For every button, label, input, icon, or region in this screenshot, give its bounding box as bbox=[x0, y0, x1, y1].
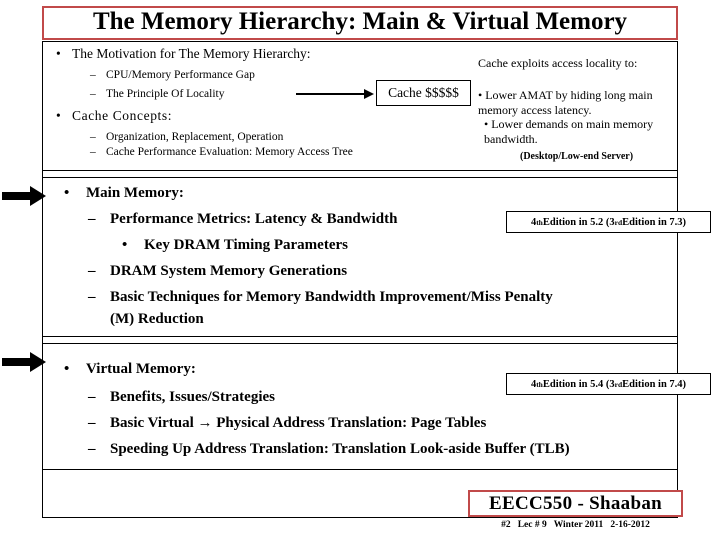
note-lower-amat: • Lower AMAT by hiding long main memory … bbox=[478, 88, 653, 117]
dash-glyph: – bbox=[88, 415, 96, 431]
subitem-organization-label: Organization, Replacement, Operation bbox=[106, 131, 284, 143]
subitem-basic-techniques: – Basic Techniques for Memory Bandwidth … bbox=[88, 289, 553, 306]
page-title: The Memory Hierarchy: Main & Virtual Mem… bbox=[92, 8, 628, 35]
subitem-basic-techniques-line2: (M) Reduction bbox=[110, 311, 204, 328]
dash-glyph: – bbox=[88, 389, 96, 405]
edition-sup-th: th bbox=[536, 217, 543, 227]
edition-mid: Edition in 5.4 (3 bbox=[542, 378, 615, 390]
subitem-dram-generations-label: DRAM System Memory Generations bbox=[110, 263, 348, 279]
bullet-glyph: • bbox=[56, 46, 61, 61]
date-label: 2-16-2012 bbox=[610, 520, 650, 530]
subitem-cache-evaluation-label: Cache Performance Evaluation: Memory Acc… bbox=[106, 146, 353, 158]
subitem-locality-label: The Principle Of Locality bbox=[106, 88, 225, 100]
slide-footer-info: #2 Lec # 9 Winter 2011 2-16-2012 bbox=[468, 520, 683, 530]
edition-reference-main-memory: 4th Edition in 5.2 (3 rd Edition in 7.3) bbox=[506, 211, 711, 233]
dash-glyph: – bbox=[88, 211, 96, 227]
edition-sup-th: th bbox=[536, 379, 543, 389]
subitem-basic-techniques-label: Basic Techniques for Memory Bandwidth Im… bbox=[110, 289, 553, 305]
lecture-number: Lec # 9 bbox=[517, 520, 547, 530]
subitem-address-translation-label: Basic Virtual → Physical Address Transla… bbox=[110, 415, 487, 431]
edition-end: Edition in 7.4) bbox=[622, 378, 687, 390]
subitem-locality: – The Principle Of Locality bbox=[90, 88, 224, 100]
slide-number: #2 bbox=[501, 520, 511, 530]
subitem-benefits-label: Benefits, Issues/Strategies bbox=[110, 389, 275, 405]
bullet-main-memory-label: Main Memory: bbox=[86, 185, 184, 201]
bullet-virtual-memory: • Virtual Memory: bbox=[64, 361, 196, 378]
bullet-motivation-label: The Motivation for The Memory Hierarchy: bbox=[72, 46, 311, 61]
cache-callout-box: Cache $$$$$ bbox=[376, 80, 471, 106]
course-footer-box: EECC550 - Shaaban bbox=[468, 490, 683, 517]
course-footer-label: EECC550 - Shaaban bbox=[489, 492, 662, 514]
cache-callout-label: Cache $$$$$ bbox=[388, 85, 459, 100]
subbullet-glyph: • bbox=[122, 237, 128, 253]
subitem-cpu-memory-gap-label: CPU/Memory Performance Gap bbox=[106, 69, 255, 81]
dash-glyph: – bbox=[88, 441, 96, 457]
subitem-dram-generations: – DRAM System Memory Generations bbox=[88, 263, 347, 280]
bullet-motivation: • The Motivation for The Memory Hierarch… bbox=[56, 46, 311, 62]
bullet-virtual-memory-label: Virtual Memory: bbox=[86, 361, 196, 377]
subitem-dram-timing-label: Key DRAM Timing Parameters bbox=[144, 237, 348, 253]
subitem-basic-techniques-line2-label: (M) Reduction bbox=[110, 311, 204, 327]
subitem-tlb: – Speeding Up Address Translation: Trans… bbox=[88, 441, 570, 458]
note-cache-locality: Cache exploits access locality to: bbox=[478, 56, 638, 70]
arrow-icon-main-memory bbox=[2, 186, 46, 206]
slide: The Memory Hierarchy: Main & Virtual Mem… bbox=[0, 0, 720, 540]
edition-reference-virtual-memory: 4th Edition in 5.4 (3 rd Edition in 7.4) bbox=[506, 373, 711, 395]
edition-end: Edition in 7.3) bbox=[622, 216, 687, 228]
note-desktop-server: (Desktop/Low-end Server) bbox=[520, 151, 634, 162]
bullet-main-memory: • Main Memory: bbox=[64, 185, 184, 202]
edition-mid: Edition in 5.2 (3 bbox=[542, 216, 615, 228]
bullet-glyph: • bbox=[64, 185, 70, 201]
bullet-glyph: • bbox=[64, 361, 70, 377]
dash-glyph: – bbox=[90, 88, 96, 100]
subitem-performance-metrics: – Performance Metrics: Latency & Bandwid… bbox=[88, 211, 397, 228]
subitem-cache-evaluation: – Cache Performance Evaluation: Memory A… bbox=[90, 146, 353, 158]
dash-glyph: – bbox=[90, 146, 96, 158]
bullet-glyph: • bbox=[56, 108, 62, 123]
subitem-cpu-memory-gap: – CPU/Memory Performance Gap bbox=[90, 69, 255, 81]
edition-sup-rd: rd bbox=[614, 217, 623, 227]
arrow-icon-to-cache-box bbox=[296, 89, 376, 99]
subitem-address-translation: – Basic Virtual → Physical Address Trans… bbox=[88, 415, 486, 432]
edition-sup-rd: rd bbox=[614, 379, 623, 389]
subitem-dram-timing: • Key DRAM Timing Parameters bbox=[122, 237, 348, 254]
term-label: Winter 2011 bbox=[553, 520, 604, 530]
dash-glyph: – bbox=[90, 69, 96, 81]
bullet-cache-concepts: • Cache Concepts: bbox=[56, 108, 172, 124]
subitem-tlb-label: Speeding Up Address Translation: Transla… bbox=[110, 441, 570, 457]
subitem-performance-metrics-label: Performance Metrics: Latency & Bandwidth bbox=[110, 211, 398, 227]
bullet-cache-concepts-label: Cache Concepts: bbox=[72, 108, 173, 123]
subitem-organization: – Organization, Replacement, Operation bbox=[90, 131, 283, 143]
note-lower-bandwidth: • Lower demands on main memory bandwidth… bbox=[484, 117, 654, 146]
subitem-benefits: – Benefits, Issues/Strategies bbox=[88, 389, 275, 406]
dash-glyph: – bbox=[88, 263, 96, 279]
dash-glyph: – bbox=[88, 289, 96, 305]
arrow-icon-virtual-memory bbox=[2, 352, 46, 372]
dash-glyph: – bbox=[90, 131, 96, 143]
